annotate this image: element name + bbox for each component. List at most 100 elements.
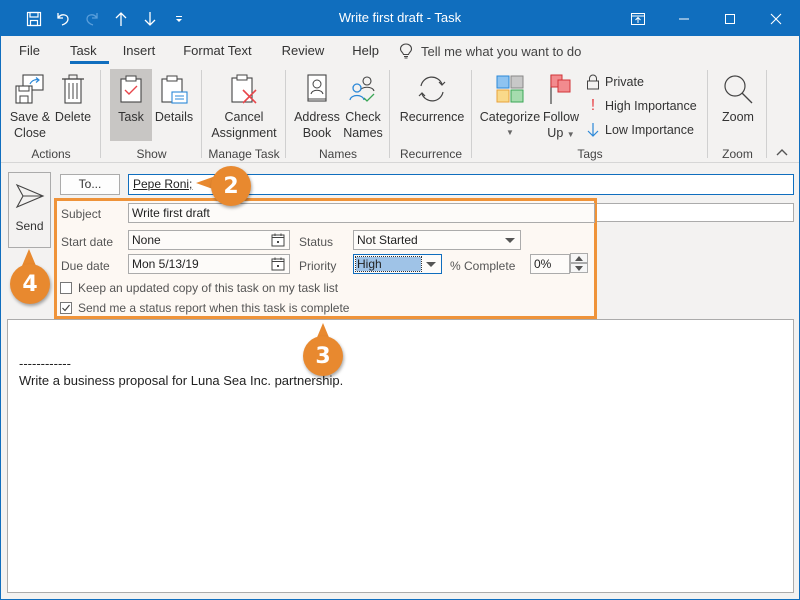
maximize-button[interactable]	[707, 1, 753, 36]
send-label: Send	[15, 219, 44, 233]
recurrence-button[interactable]: Recurrence	[396, 69, 468, 125]
keep-copy-checkbox[interactable]: Keep an updated copy of this task on my …	[60, 281, 338, 295]
group-separator	[766, 70, 767, 158]
address-book-label-1: Address	[294, 110, 340, 124]
high-importance-button[interactable]: ! High Importance	[586, 95, 697, 117]
low-importance-button[interactable]: Low Importance	[586, 119, 694, 141]
calendar-icon[interactable]	[271, 257, 285, 271]
magnifier-icon	[724, 75, 753, 104]
minimize-icon	[679, 18, 689, 19]
status-report-checkbox[interactable]: Send me a status report when this task i…	[60, 301, 349, 315]
tab-file[interactable]: File	[19, 36, 70, 66]
zoom-label: Zoom	[722, 110, 754, 124]
save-close-label-1: Save &	[9, 110, 51, 124]
start-date-field[interactable]: None	[128, 230, 290, 250]
percent-complete-label: % Complete	[450, 259, 516, 273]
flag-icon	[550, 74, 571, 104]
group-label-zoom: Zoom	[722, 147, 753, 161]
group-zoom: Zoom Zoom	[708, 66, 767, 163]
due-date-value: Mon 5/13/19	[132, 257, 199, 271]
group-label-tags: Tags	[577, 147, 603, 161]
lock-icon	[587, 74, 599, 90]
collapse-ribbon-button[interactable]	[775, 146, 789, 156]
delete-button[interactable]: Delete	[53, 69, 93, 125]
task-body-editor[interactable]: ------------ Write a business proposal f…	[7, 319, 794, 593]
cancel-assignment-icon	[231, 74, 257, 104]
priority-dropdown[interactable]: High	[353, 254, 442, 274]
save-close-button[interactable]: Save & Close	[7, 69, 53, 141]
categorize-dropdown-icon: ▼	[506, 128, 514, 137]
ribbon-tabs: File Task Insert Format Text Review Help…	[1, 36, 799, 66]
to-recipient[interactable]: Pepe Roni;	[133, 177, 192, 191]
minimize-button[interactable]	[661, 1, 707, 36]
details-view-button[interactable]: Details	[153, 69, 195, 125]
status-dropdown[interactable]: Not Started	[353, 230, 521, 250]
task-window: Write first draft - Task File Task Inser…	[0, 0, 800, 600]
due-date-field[interactable]: Mon 5/13/19	[128, 254, 290, 274]
subject-field[interactable]: Write first draft	[128, 203, 595, 223]
ribbon-display-options-button[interactable]	[615, 1, 661, 36]
start-date-label: Start date	[61, 235, 114, 249]
save-close-label-2: Close	[14, 126, 46, 140]
task-clipboard-icon	[120, 75, 142, 103]
group-manage-task: Cancel Assignment Manage Task	[202, 66, 286, 163]
status-report-label: Send me a status report when this task i…	[78, 301, 350, 315]
task-view-button[interactable]: Task	[110, 69, 152, 141]
calendar-icon[interactable]	[271, 233, 285, 247]
group-label-show: Show	[136, 147, 167, 161]
group-tags: Categorize ▼ Follow Up ▼ Private ! High …	[472, 66, 708, 163]
checkbox-box[interactable]	[60, 282, 72, 294]
status-label: Status	[299, 235, 334, 249]
save-close-icon	[15, 74, 44, 104]
categorize-label: Categorize	[479, 110, 541, 124]
group-label-names: Names	[318, 147, 357, 161]
private-label: Private	[605, 75, 644, 89]
window-controls	[615, 1, 799, 36]
follow-up-button[interactable]: Follow Up ▼	[542, 69, 580, 143]
checkmark-icon	[62, 304, 70, 312]
checkbox-box[interactable]	[60, 302, 72, 314]
percent-spinner[interactable]	[570, 253, 588, 274]
group-actions: Save & Close Delete Actions	[1, 66, 101, 163]
ribbon-display-icon	[631, 12, 645, 25]
tab-task[interactable]: Task	[69, 36, 123, 66]
callout-3: 3	[303, 336, 343, 376]
chevron-down-icon	[426, 262, 436, 267]
categorize-button[interactable]: Categorize ▼	[478, 69, 542, 141]
spin-down-button[interactable]	[570, 263, 588, 273]
address-book-icon	[307, 74, 327, 102]
zoom-button[interactable]: Zoom	[716, 69, 760, 125]
tab-format-text[interactable]: Format Text	[183, 36, 281, 66]
cancel-assignment-button[interactable]: Cancel Assignment	[206, 69, 282, 141]
spin-up-button[interactable]	[570, 253, 588, 263]
body-separator-line: ------------	[19, 356, 71, 371]
follow-up-label-1: Follow	[542, 110, 580, 124]
to-button[interactable]: To...	[60, 174, 120, 195]
send-button[interactable]: Send	[8, 172, 51, 248]
tell-me-search[interactable]: Tell me what you want to do	[399, 43, 581, 59]
chevron-down-icon	[505, 238, 515, 243]
follow-up-dropdown-icon: ▼	[566, 130, 575, 139]
address-book-button[interactable]: Address Book	[294, 69, 340, 141]
address-book-label-2: Book	[302, 126, 332, 140]
callout-4: 4	[10, 264, 50, 304]
delete-label: Delete	[54, 110, 92, 124]
close-button[interactable]	[753, 1, 799, 36]
follow-up-label-2: Up ▼	[542, 125, 580, 143]
percent-complete-field[interactable]: 0%	[530, 254, 570, 274]
tab-help[interactable]: Help	[352, 36, 393, 66]
private-button[interactable]: Private	[586, 71, 644, 93]
details-clipboard-icon	[161, 75, 188, 104]
tab-review[interactable]: Review	[282, 36, 353, 66]
tab-insert[interactable]: Insert	[123, 36, 184, 66]
triangle-up-icon	[575, 255, 583, 261]
recurrence-label: Recurrence	[399, 110, 465, 124]
cancel-assignment-label-1: Cancel	[224, 110, 264, 124]
callout-2: 2	[211, 166, 251, 206]
check-names-button[interactable]: Check Names	[340, 69, 386, 141]
cancel-assignment-label-2: Assignment	[211, 126, 277, 140]
group-recurrence: Recurrence Recurrence	[390, 66, 472, 163]
subject-field-extension[interactable]	[595, 203, 794, 222]
low-importance-icon	[587, 123, 599, 137]
priority-label: Priority	[299, 259, 337, 273]
